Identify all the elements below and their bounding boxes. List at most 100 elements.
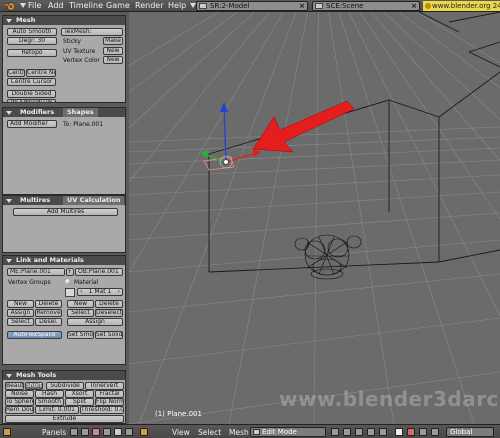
- screen-menu-icon[interactable]: [199, 3, 207, 9]
- tab-modifiers[interactable]: Modifiers: [16, 108, 58, 117]
- scene-close-icon[interactable]: ×: [411, 2, 417, 11]
- logic-context-icon[interactable]: [70, 428, 78, 436]
- scene-context-icon[interactable]: [125, 428, 133, 436]
- sticky-make-button[interactable]: Make: [103, 37, 123, 45]
- mesh-datablock-field[interactable]: ME:Plane.001: [7, 268, 65, 276]
- auto-smooth-button[interactable]: Auto Smooth: [7, 28, 57, 36]
- limit-selection-icon[interactable]: [379, 428, 387, 436]
- material-index-field[interactable]: ‹ 1 Mat 1 ›: [77, 288, 123, 296]
- centre-new-button[interactable]: Centre New: [26, 69, 56, 77]
- set-smooth-button[interactable]: Set Smooth: [67, 331, 94, 339]
- split-button[interactable]: Split: [65, 398, 94, 406]
- menu-file[interactable]: File: [28, 1, 41, 10]
- website-link[interactable]: www.blender.org 248: [423, 1, 500, 11]
- mesh-tools-panel-header[interactable]: Mesh Tools: [3, 371, 125, 380]
- draw-type-icon[interactable]: [331, 428, 339, 436]
- collapse-arrow-icon[interactable]: [6, 199, 12, 203]
- hand-manipulator-icon[interactable]: [395, 428, 403, 436]
- vertex-select-icon[interactable]: [343, 428, 351, 436]
- script-context-icon[interactable]: [81, 428, 89, 436]
- innervert-button[interactable]: Innervert: [85, 382, 124, 390]
- vgroup-deselect-button[interactable]: Desel.: [35, 318, 62, 326]
- xsort-button[interactable]: Xsort: [65, 390, 94, 398]
- tab-uv-calculation[interactable]: UV Calculation: [63, 196, 125, 205]
- extrude-button[interactable]: Extrude: [5, 415, 124, 423]
- tab-multires[interactable]: Multires: [16, 196, 54, 205]
- centre-cursor-button[interactable]: Centre Cursor: [7, 78, 56, 86]
- subdivide-button[interactable]: Subdivide: [46, 382, 84, 390]
- vgroup-remove-button[interactable]: Remove: [35, 309, 62, 317]
- scene-menu-icon[interactable]: [315, 3, 323, 9]
- material-deselect-button[interactable]: Deselect: [95, 309, 123, 317]
- degr-field[interactable]: Degr: 30: [7, 37, 57, 45]
- fractal-button[interactable]: Fractal: [95, 390, 124, 398]
- editor-type-icon[interactable]: [3, 428, 11, 436]
- mesh-panel-header[interactable]: Mesh: [3, 16, 125, 25]
- screen-field[interactable]: SR:2-Model ×: [196, 1, 308, 11]
- beauty-toggle[interactable]: Beauty: [5, 382, 24, 390]
- menu-render[interactable]: Render: [135, 1, 163, 10]
- rotate-manipulator-icon[interactable]: [419, 428, 427, 436]
- noise-button[interactable]: Noise: [5, 390, 34, 398]
- texmesh-field[interactable]: TexMesh:: [61, 28, 123, 36]
- autotexspace-button[interactable]: AutoTexSpace: [7, 331, 62, 339]
- vgroup-assign-button[interactable]: Assign: [7, 309, 34, 317]
- object-context-icon[interactable]: [103, 428, 111, 436]
- material-new-button[interactable]: New: [67, 300, 94, 308]
- editing-context-icon[interactable]: [114, 428, 122, 436]
- vgroup-new-button[interactable]: New: [7, 300, 34, 308]
- collapse-arrow-icon[interactable]: [6, 259, 12, 263]
- translate-manipulator-icon[interactable]: [407, 428, 415, 436]
- flip-normals-button[interactable]: Flip Normals: [95, 398, 124, 406]
- scale-manipulator-icon[interactable]: [431, 428, 439, 436]
- 3d-viewport[interactable]: www.blender3darchitect.com (1) Plane.001: [129, 12, 500, 424]
- threshold-field[interactable]: Threshold: 0.010: [80, 406, 124, 414]
- shading-context-icon[interactable]: [92, 428, 100, 436]
- prev-material-icon[interactable]: ‹: [80, 289, 82, 295]
- uv-texture-new-button[interactable]: New: [103, 47, 123, 55]
- scene-field[interactable]: SCE:Scene ×: [312, 1, 420, 11]
- set-solid-button[interactable]: Set Solid: [95, 331, 123, 339]
- screen-close-icon[interactable]: ×: [299, 2, 305, 11]
- smooth-button[interactable]: Smooth: [35, 398, 64, 406]
- centre-button[interactable]: Centre: [7, 69, 25, 77]
- view-menu[interactable]: View: [172, 428, 190, 437]
- fake-user-button[interactable]: F: [66, 268, 74, 276]
- add-modifier-button[interactable]: Add Modifier: [7, 120, 57, 128]
- menu-game[interactable]: Game: [106, 1, 130, 10]
- vgroup-select-button[interactable]: Select: [7, 318, 34, 326]
- vgroup-delete-button[interactable]: Delete: [35, 300, 62, 308]
- menu-help[interactable]: Help: [168, 1, 186, 10]
- no-vnormal-flip-button[interactable]: No V.Normal Flip: [7, 99, 56, 103]
- to-sphere-button[interactable]: To Sphere: [5, 398, 34, 406]
- menu-timeline[interactable]: Timeline: [69, 1, 103, 10]
- transform-orientation-selector[interactable]: Global: [446, 427, 494, 437]
- edge-select-icon[interactable]: [355, 428, 363, 436]
- header-collapse-icon[interactable]: [20, 3, 26, 8]
- mode-selector[interactable]: Edit Mode: [250, 427, 326, 437]
- material-delete-button[interactable]: Delete: [95, 300, 123, 308]
- limit-field[interactable]: Limit: 0.001: [35, 406, 79, 414]
- vertex-color-new-button[interactable]: New: [103, 56, 123, 64]
- link-materials-panel-header[interactable]: Link and Materials: [3, 256, 125, 265]
- panels-menu[interactable]: Panels: [42, 428, 66, 437]
- short-toggle[interactable]: Short: [25, 382, 43, 390]
- face-select-icon[interactable]: [367, 428, 375, 436]
- view3d-type-icon[interactable]: [140, 428, 148, 436]
- mesh-menu[interactable]: Mesh: [229, 428, 249, 437]
- double-sided-button[interactable]: Double Sided: [7, 90, 56, 98]
- collapse-arrow-icon[interactable]: [6, 111, 12, 115]
- rem-doubles-button[interactable]: Rem Doubles: [5, 406, 34, 414]
- collapse-arrow-icon[interactable]: [6, 374, 12, 378]
- hash-button[interactable]: Hash: [35, 390, 64, 398]
- tab-shapes[interactable]: Shapes: [63, 108, 98, 117]
- collapse-arrow-icon[interactable]: [6, 19, 12, 23]
- retopo-button[interactable]: Retopo: [7, 49, 57, 57]
- add-multires-button[interactable]: Add Multires: [13, 208, 118, 216]
- next-material-icon[interactable]: ›: [118, 289, 120, 295]
- blender-logo-icon[interactable]: [3, 1, 17, 11]
- menu-add[interactable]: Add: [48, 1, 64, 10]
- material-assign-button[interactable]: Assign: [67, 318, 123, 326]
- material-select-button[interactable]: Select: [67, 309, 94, 317]
- object-datablock-field[interactable]: OB:Plane.001: [75, 268, 123, 276]
